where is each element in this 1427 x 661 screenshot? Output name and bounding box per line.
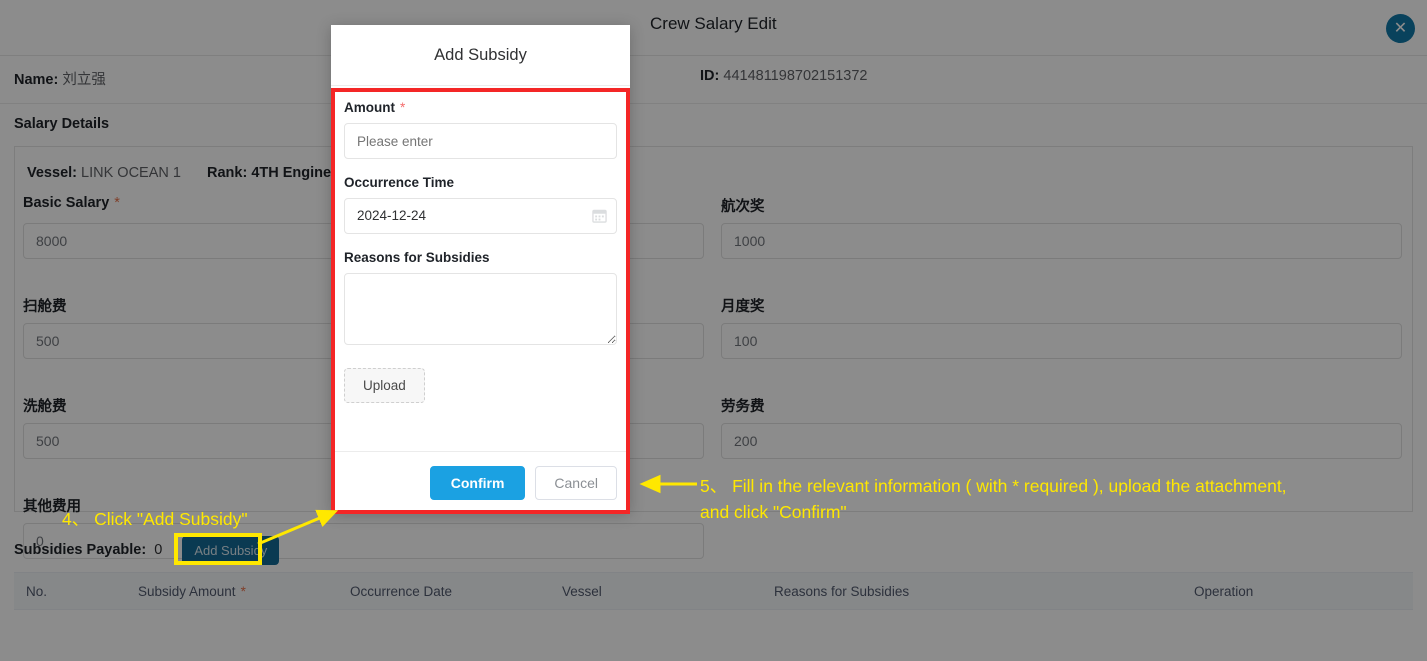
annotation-red-box <box>331 88 630 514</box>
annotation-step-5: 5、 Fill in the relevant information ( wi… <box>700 476 1287 522</box>
annotation-yellow-box <box>174 533 262 565</box>
annotation-step-4: 4、 Click "Add Subsidy" <box>62 509 248 529</box>
dialog-title: Add Subsidy <box>434 45 527 64</box>
app-root: Crew Salary Edit ✕ Name: 刘立强 ID: 4414811… <box>0 0 1427 661</box>
dialog-header: Add Subsidy <box>331 25 630 86</box>
